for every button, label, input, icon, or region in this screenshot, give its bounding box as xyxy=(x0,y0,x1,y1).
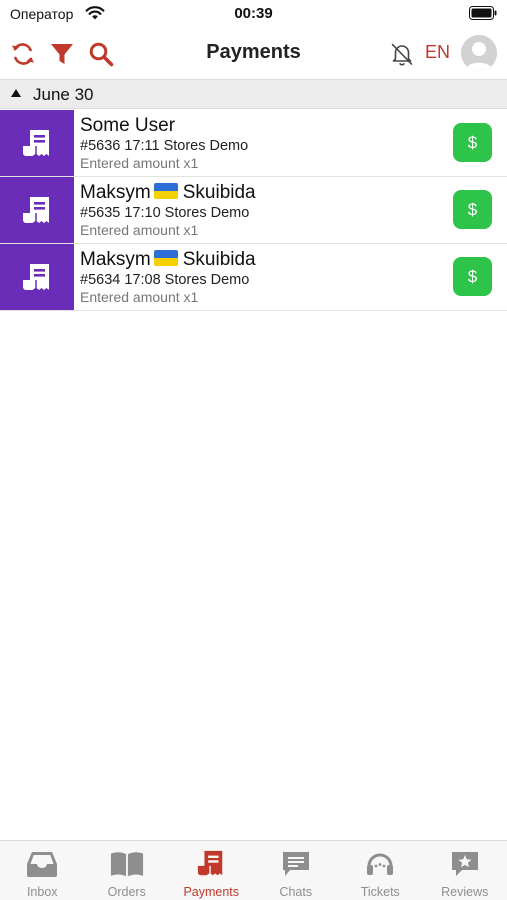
tab-label: Reviews xyxy=(441,885,489,899)
clock: 00:39 xyxy=(234,5,273,22)
headset-icon xyxy=(363,849,397,879)
payment-meta: #5636 17:11 Stores Demo xyxy=(80,138,249,154)
pay-button[interactable]: $ xyxy=(453,123,492,162)
ukraine-flag-icon xyxy=(153,183,178,199)
payment-meta: #5635 17:10 Stores Demo xyxy=(80,205,250,221)
tab-orders[interactable]: Orders xyxy=(85,841,170,900)
tab-label: Inbox xyxy=(26,885,58,899)
receipt-tile xyxy=(0,177,74,243)
chat-icon xyxy=(279,849,313,879)
tab-bar: Inbox Orders Payments Chats Tickets Revi… xyxy=(0,840,507,900)
payer-name: Maksym Skuibida xyxy=(80,182,256,203)
payment-meta: #5634 17:08 Stores Demo xyxy=(80,272,250,288)
payer-name: Some User xyxy=(80,115,176,136)
review-icon xyxy=(448,849,482,879)
tab-label: Tickets xyxy=(360,885,400,899)
payment-row[interactable]: Some User #5636 17:11 Stores Demo Entere… xyxy=(0,110,507,177)
tab-payments[interactable]: Payments xyxy=(169,841,254,900)
receipt-icon xyxy=(194,849,228,879)
date-section-header[interactable]: June 30 xyxy=(0,79,507,109)
tab-inbox[interactable]: Inbox xyxy=(0,841,85,900)
ukraine-flag-icon xyxy=(153,250,178,266)
collapse-triangle-icon xyxy=(11,89,21,97)
payer-name: Maksym Skuibida xyxy=(80,249,256,270)
tab-tickets[interactable]: Tickets xyxy=(338,841,423,900)
inbox-icon xyxy=(25,849,59,879)
receipt-tile xyxy=(0,244,74,310)
pay-button[interactable]: $ xyxy=(453,257,492,296)
status-bar: Оператор 00:39 xyxy=(0,0,507,30)
tab-label: Payments xyxy=(183,885,240,899)
tab-chats[interactable]: Chats xyxy=(254,841,339,900)
payment-subtitle: Entered amount x1 xyxy=(80,289,199,305)
notifications-off-icon[interactable] xyxy=(387,39,417,69)
receipt-tile xyxy=(0,110,74,176)
book-icon xyxy=(110,849,144,879)
payment-row[interactable]: Maksym Skuibida #5634 17:08 Stores Demo E… xyxy=(0,244,507,311)
tab-reviews[interactable]: Reviews xyxy=(423,841,507,900)
battery-icon xyxy=(469,6,497,25)
payment-subtitle: Entered amount x1 xyxy=(80,222,199,238)
tab-label: Chats xyxy=(279,885,313,899)
avatar[interactable] xyxy=(461,35,497,71)
payments-screen: Оператор 00:39 Payments EN June 30 Some … xyxy=(0,0,507,900)
section-date: June 30 xyxy=(33,85,94,104)
app-header: Payments EN xyxy=(0,30,507,78)
language-selector[interactable]: EN xyxy=(425,42,450,63)
payments-list: Some User #5636 17:11 Stores Demo Entere… xyxy=(0,110,507,311)
pay-button[interactable]: $ xyxy=(453,190,492,229)
payment-subtitle: Entered amount x1 xyxy=(80,155,199,171)
payment-row[interactable]: Maksym Skuibida #5635 17:10 Stores Demo E… xyxy=(0,177,507,244)
tab-label: Orders xyxy=(107,885,146,899)
receipt-icon xyxy=(23,197,49,224)
receipt-icon xyxy=(23,264,49,291)
receipt-icon xyxy=(23,130,49,157)
